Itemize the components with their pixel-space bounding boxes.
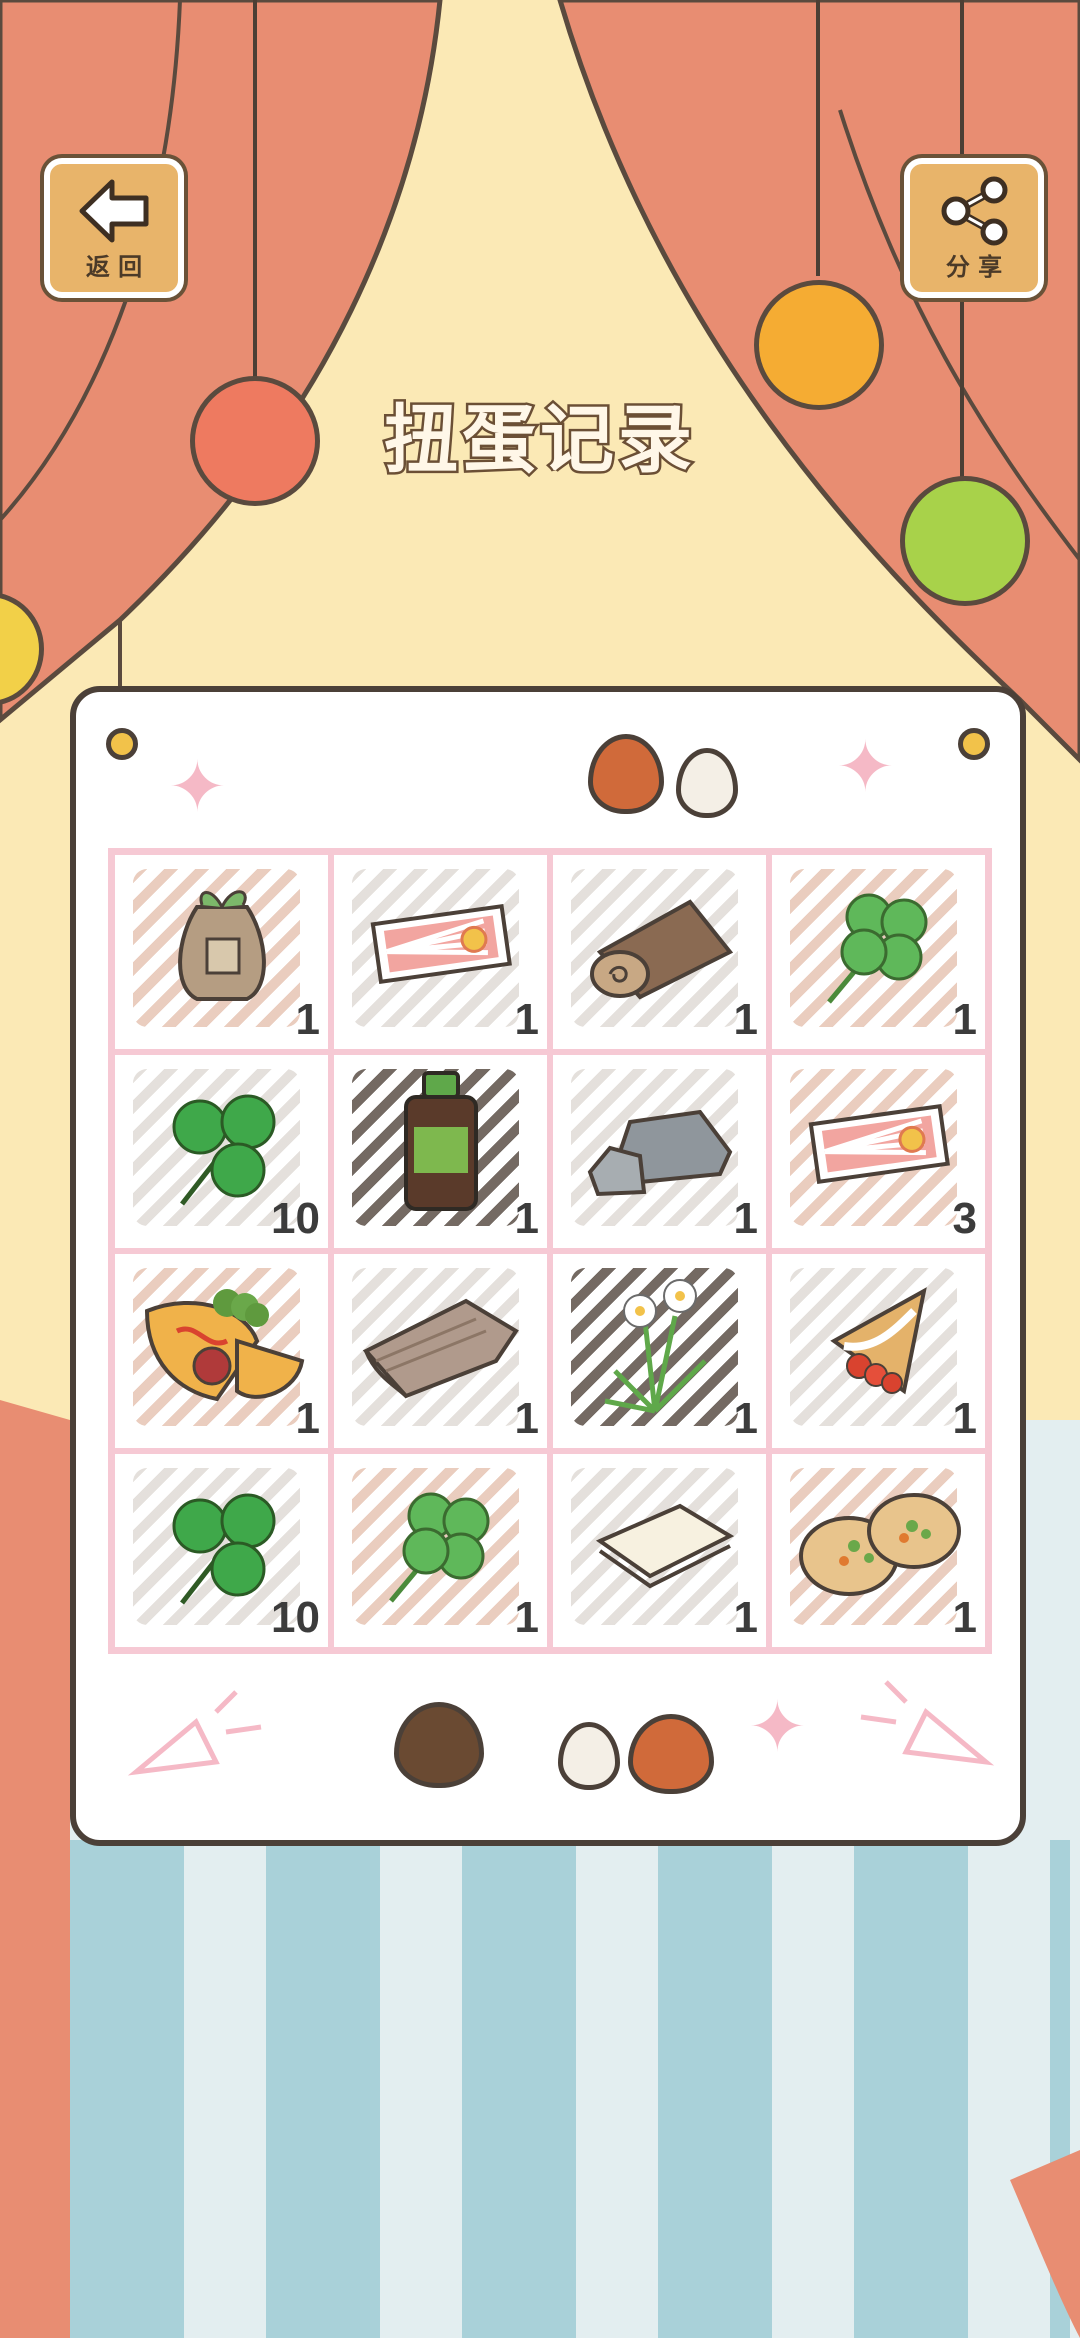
collection-item-ticket[interactable]: 1 bbox=[331, 852, 550, 1052]
sparkle-decoration: ✦ bbox=[748, 1686, 807, 1768]
ticket-icon bbox=[366, 897, 516, 991]
collection-item-cloth[interactable]: 1 bbox=[331, 1251, 550, 1451]
collection-item-four-leaf-clover[interactable]: 1 bbox=[769, 852, 988, 1052]
ticket-icon bbox=[804, 1097, 954, 1191]
party-popper-icon bbox=[127, 1690, 262, 1776]
ornament-cord bbox=[816, 0, 820, 276]
party-popper-icon bbox=[860, 1680, 995, 1766]
collection-item-three-leaf-clover[interactable]: 10 bbox=[112, 1051, 331, 1251]
collection-item-seed-bag[interactable]: 1 bbox=[112, 852, 331, 1052]
stone-icon bbox=[580, 1082, 740, 1206]
collection-item-log[interactable]: 1 bbox=[550, 852, 769, 1052]
green-ornament bbox=[900, 476, 1030, 606]
collection-item-narcissus[interactable]: 1 bbox=[550, 1251, 769, 1451]
chestnut-egg-icon bbox=[394, 1702, 484, 1788]
share-button[interactable]: 分 享 bbox=[904, 158, 1044, 298]
item-count: 1 bbox=[952, 1593, 977, 1642]
orange-ornament bbox=[754, 280, 884, 410]
red-ornament bbox=[190, 376, 320, 506]
item-count: 1 bbox=[514, 1593, 539, 1642]
sparkle-decoration: ✦ bbox=[836, 726, 895, 808]
item-count: 1 bbox=[952, 1393, 977, 1443]
item-count: 1 bbox=[514, 1393, 539, 1443]
collection-item-ticket[interactable]: 3 bbox=[769, 1051, 988, 1251]
brown-egg-icon bbox=[588, 734, 664, 814]
item-count: 1 bbox=[514, 1194, 539, 1243]
sparkle-decoration: ✦ bbox=[168, 746, 227, 828]
collection-item-four-leaf-clover[interactable]: 1 bbox=[331, 1450, 550, 1650]
collection-board: ✦ ✦ ✦ 1 1 1 1 10 1 1 3 1 1 1 1 10 1 1 1 bbox=[70, 686, 1026, 1846]
back-button-label: 返 回 bbox=[85, 253, 143, 281]
collection-item-medicine-bottle[interactable]: 1 bbox=[331, 1051, 550, 1251]
item-count: 1 bbox=[733, 1593, 758, 1642]
item-count: 1 bbox=[733, 994, 758, 1044]
item-count: 1 bbox=[733, 1393, 758, 1443]
medicine-bottle-icon bbox=[396, 1067, 486, 1221]
collection-item-paper[interactable]: 1 bbox=[550, 1450, 769, 1650]
paper-icon bbox=[580, 1481, 740, 1605]
pita-bread-icon bbox=[794, 1476, 964, 1610]
item-count: 10 bbox=[271, 1194, 320, 1243]
four-leaf-clover-icon bbox=[809, 872, 949, 1016]
collection-item-pita-bread[interactable]: 1 bbox=[769, 1450, 988, 1650]
item-count: 1 bbox=[514, 994, 539, 1044]
nail-left bbox=[106, 728, 138, 760]
item-count: 1 bbox=[295, 1393, 320, 1443]
item-count: 1 bbox=[295, 994, 320, 1044]
arrow-left-icon bbox=[79, 179, 149, 243]
omelette-icon bbox=[137, 1271, 307, 1415]
collection-item-crepe[interactable]: 1 bbox=[769, 1251, 988, 1451]
white-egg-icon bbox=[676, 748, 738, 818]
back-button[interactable]: 返 回 bbox=[44, 158, 184, 298]
item-count: 3 bbox=[952, 1194, 977, 1243]
page-title: 扭蛋记录 bbox=[382, 395, 696, 486]
collection-grid: 1 1 1 1 10 1 1 3 1 1 1 1 10 1 1 1 bbox=[108, 848, 992, 1654]
cloth-icon bbox=[356, 1281, 526, 1405]
ornament-cord bbox=[253, 0, 257, 380]
item-count: 10 bbox=[271, 1593, 320, 1642]
brown-egg-icon bbox=[628, 1714, 714, 1794]
white-egg-icon bbox=[558, 1722, 620, 1790]
collection-item-stone[interactable]: 1 bbox=[550, 1051, 769, 1251]
share-button-label: 分 享 bbox=[945, 253, 1003, 281]
four-leaf-clover-icon bbox=[371, 1471, 511, 1615]
share-icon bbox=[941, 176, 1008, 246]
nail-right bbox=[958, 728, 990, 760]
item-count: 1 bbox=[733, 1194, 758, 1243]
collection-item-omelette[interactable]: 1 bbox=[112, 1251, 331, 1451]
item-count: 1 bbox=[952, 994, 977, 1044]
seed-bag-icon bbox=[167, 877, 277, 1011]
gacha-record-screen: 返 回 分 享 扭蛋记录 ✦ ✦ ✦ 1 1 1 1 10 1 1 3 1 1 1 1 10 1 1 1 bbox=[0, 0, 1080, 2338]
crepe-icon bbox=[814, 1271, 944, 1415]
collection-item-three-leaf-clover[interactable]: 10 bbox=[112, 1450, 331, 1650]
log-icon bbox=[580, 882, 740, 1006]
narcissus-icon bbox=[585, 1261, 735, 1425]
